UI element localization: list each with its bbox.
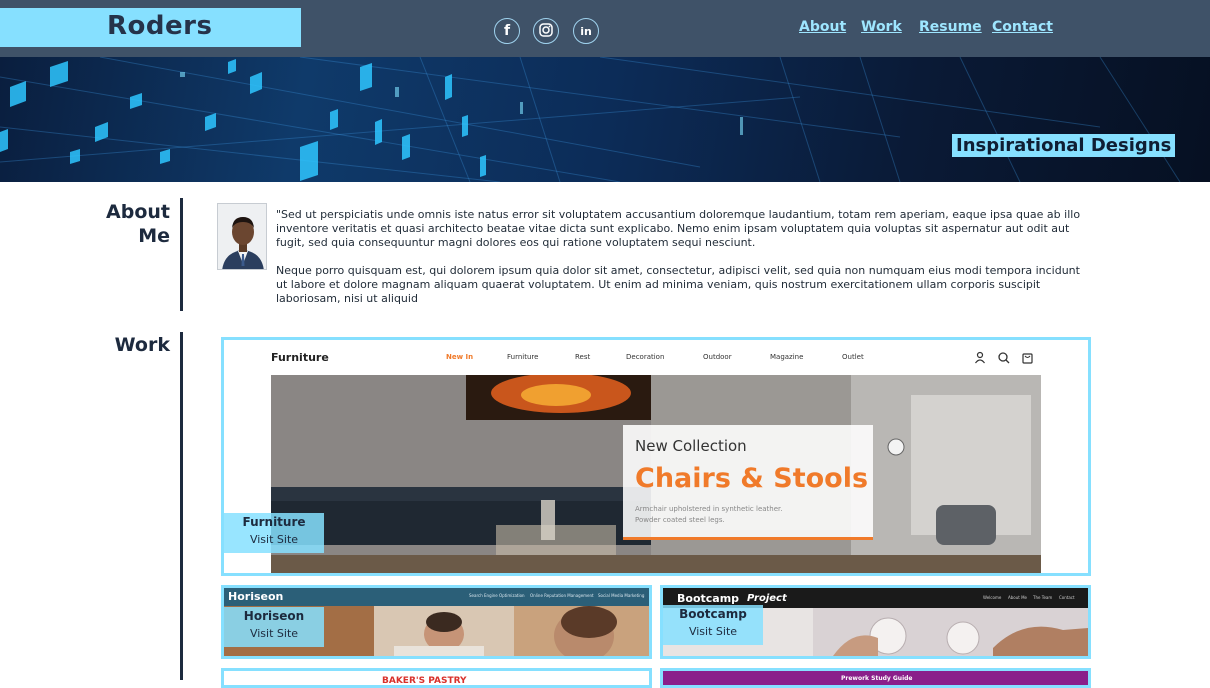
furniture-label: Furniture Visit Site (224, 513, 324, 553)
nav-contact[interactable]: Contact (992, 19, 1053, 35)
furniture-shot-kicker: New Collection (635, 437, 747, 455)
nav-work[interactable]: Work (861, 19, 902, 35)
bootcamp-title: Bootcamp (679, 607, 747, 621)
instagram-link[interactable] (533, 18, 559, 44)
bootcamp-shot-nav-2: The Team (1033, 595, 1053, 600)
about-divider (180, 198, 183, 311)
furniture-shot-logo: Furniture (271, 351, 329, 364)
hero-graphic (0, 57, 1181, 182)
avatar-photo (218, 204, 266, 269)
about-heading: About Me (100, 200, 170, 248)
horiseon-visit-link[interactable]: Visit Site (224, 625, 324, 643)
furniture-shot-nav-5: Magazine (770, 353, 804, 361)
horiseon-label: Horiseon Visit Site (224, 607, 324, 647)
project-card-horiseon[interactable]: Horiseon Search Engine Optimization Onli… (221, 585, 652, 659)
horiseon-shot-nav-0: Search Engine Optimization (469, 593, 525, 598)
project-card-bakers-pastry[interactable]: BAKER'S PASTRY (221, 668, 652, 688)
work-divider (180, 332, 183, 680)
facebook-icon: f (503, 23, 511, 39)
furniture-shot-sub1: Armchair upholstered in synthetic leathe… (635, 505, 783, 513)
about-paragraph-1: "Sed ut perspiciatis unde omnis iste nat… (276, 208, 1081, 249)
brand-box[interactable]: Roders (0, 8, 301, 47)
linkedin-link[interactable]: in (573, 18, 599, 44)
furniture-shot-hero: New Collection Chairs & Stools Armchair … (271, 375, 1041, 573)
about-heading-line1: About (106, 201, 170, 223)
horiseon-shot-nav-2: Social Media Marketing (598, 593, 645, 598)
furniture-shot-nav-6: Outlet (842, 353, 864, 361)
horiseon-shot-logo: Horiseon (228, 590, 284, 603)
nav-about[interactable]: About (799, 19, 846, 35)
bootcamp-shot-logo-a: Bootcamp (677, 592, 740, 605)
project-card-prework-guide[interactable]: Prework Study Guide (660, 668, 1091, 688)
furniture-shot-sub2: Powder coated steel legs. (635, 516, 725, 524)
project-card-furniture[interactable]: Furniture New In Furniture Rest Decorati… (221, 337, 1091, 576)
bootcamp-shot-logo-b: Project (747, 593, 787, 604)
bootcamp-shot-nav-1: About Me (1008, 595, 1028, 600)
hero-banner: Inspirational Designs (0, 57, 1210, 182)
horiseon-shot-navbar: Horiseon Search Engine Optimization Onli… (224, 588, 649, 606)
nav-resume[interactable]: Resume (919, 19, 982, 35)
facebook-link[interactable]: f (494, 18, 520, 44)
bootcamp-visit-link[interactable]: Visit Site (663, 623, 763, 641)
furniture-shot-nav-1: Furniture (507, 353, 539, 361)
furniture-shot-navbar: Furniture New In Furniture Rest Decorati… (224, 340, 1088, 376)
furniture-visit-link[interactable]: Visit Site (224, 531, 324, 549)
bootcamp-shot-nav-0: Welcome (983, 595, 1002, 600)
horiseon-title: Horiseon (243, 609, 305, 623)
furniture-shot-icons (975, 351, 1033, 364)
about-paragraph-2: Neque porro quisquam est, qui dolorem ip… (276, 264, 1080, 305)
furniture-shot-nav-2: Rest (575, 353, 591, 361)
furniture-shot-headline: Chairs & Stools (635, 463, 869, 494)
linkedin-icon: in (580, 24, 592, 38)
bootcamp-label: Bootcamp Visit Site (663, 605, 763, 645)
instagram-icon (539, 22, 553, 41)
furniture-shot-nav-4: Outdoor (703, 353, 732, 361)
hero-tagline: Inspirational Designs (952, 134, 1176, 157)
bakers-pastry-title: BAKER'S PASTRY (382, 676, 467, 686)
project-card-bootcamp[interactable]: Bootcamp Project Welcome About Me The Te… (660, 585, 1091, 659)
prework-guide-title: Prework Study Guide (841, 675, 913, 682)
about-heading-line2: Me (138, 225, 170, 247)
work-heading: Work (114, 334, 170, 356)
furniture-shot-nav-0: New In (446, 353, 474, 361)
furniture-shot-promo: New Collection Chairs & Stools Armchair … (623, 425, 873, 540)
furniture-shot-nav-3: Decoration (626, 353, 665, 361)
furniture-title: Furniture (242, 515, 306, 529)
bootcamp-shot-nav-3: Contact (1059, 595, 1075, 600)
site-header: Roders f in About Work Resume Contact (0, 0, 1210, 57)
horiseon-shot-nav-1: Online Reputation Management (530, 593, 594, 598)
avatar (217, 203, 267, 270)
brand-name: Roders (107, 11, 213, 41)
